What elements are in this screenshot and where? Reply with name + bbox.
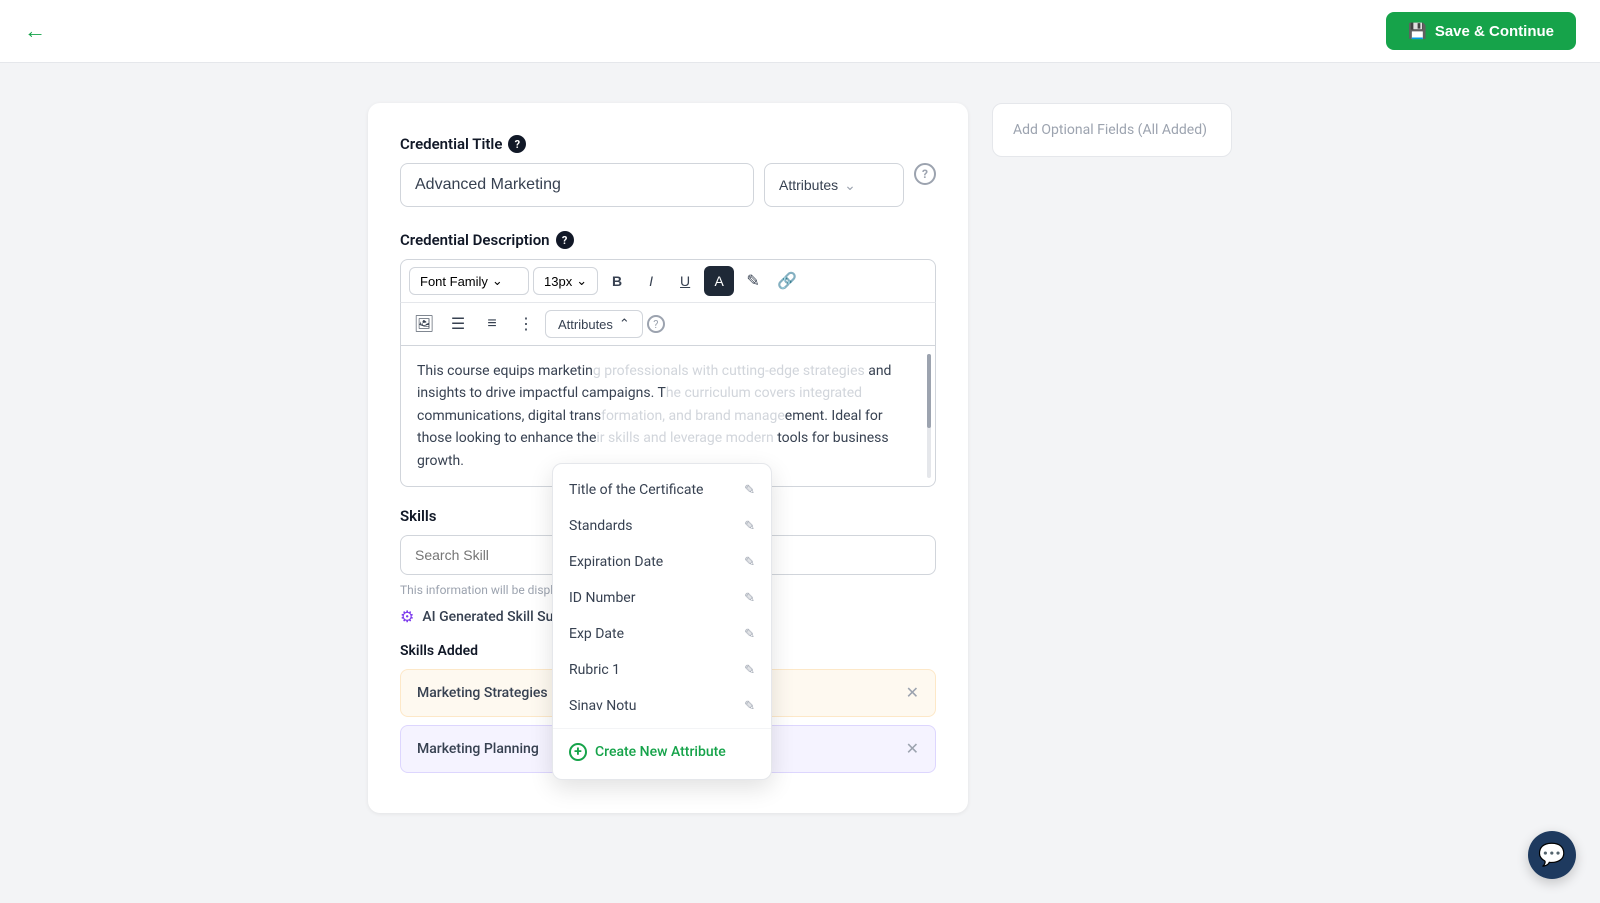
edit-icon-exp-date: ✎ [744, 627, 755, 642]
form-card: Credential Title ? Attributes ⌄ ? Creden… [368, 103, 968, 813]
remove-marketing-strategies-button[interactable]: ✕ [906, 683, 919, 703]
skill-tag-label: Marketing Planning [417, 741, 539, 757]
underline-button[interactable]: U [670, 266, 700, 296]
bold-button[interactable]: B [602, 266, 632, 296]
ai-icon: ⚙ [400, 607, 414, 626]
save-icon: 💾 [1408, 22, 1427, 40]
editor-text: This course equips marketing professiona… [417, 363, 891, 469]
attributes-toolbar-button[interactable]: Attributes ⌃ [545, 310, 643, 338]
attributes-dropdown-menu: Title of the Certificate ✎ Standards ✎ E… [552, 463, 772, 780]
back-button[interactable]: ← [24, 18, 46, 44]
link-button[interactable]: 🔗 [772, 266, 802, 296]
attributes-dropdown-button[interactable]: Attributes ⌄ [764, 163, 904, 207]
main-layout: Credential Title ? Attributes ⌄ ? Creden… [0, 63, 1600, 853]
italic-button[interactable]: I [636, 266, 666, 296]
editor-scrollbar[interactable] [927, 354, 931, 478]
sidebar: Add Optional Fields (All Added) [992, 103, 1232, 813]
editor-scrollbar-thumb [927, 354, 931, 428]
font-size-dropdown[interactable]: 13px ⌄ [533, 267, 598, 295]
skill-tag-label: Marketing Strategies [417, 685, 548, 701]
credential-title-input[interactable] [400, 163, 754, 207]
edit-icon-rubric-1: ✎ [744, 663, 755, 678]
chevron-down-icon: ⌄ [844, 177, 856, 194]
attributes-chevron-up-icon: ⌃ [619, 316, 630, 332]
credential-title-help-icon[interactable]: ? [508, 135, 526, 153]
attributes-help-icon[interactable]: ? [914, 163, 936, 185]
dropdown-item-title-of-certificate[interactable]: Title of the Certificate ✎ [553, 472, 771, 508]
optional-fields-box: Add Optional Fields (All Added) [992, 103, 1232, 157]
dropdown-item-sinav-notu[interactable]: Sinav Notu ✎ [553, 688, 771, 724]
font-family-chevron-icon: ⌄ [492, 273, 503, 289]
font-family-dropdown[interactable]: Font Family ⌄ [409, 267, 529, 295]
align-left-button[interactable]: ☰ [443, 309, 473, 339]
dropdown-item-id-number[interactable]: ID Number ✎ [553, 580, 771, 616]
dropdown-item-standards[interactable]: Standards ✎ [553, 508, 771, 544]
save-continue-button[interactable]: 💾 Save & Continue [1386, 12, 1576, 50]
image-button[interactable]: 🖼 [409, 309, 439, 339]
edit-icon-expiration-date: ✎ [744, 555, 755, 570]
toolbar-help-icon[interactable]: ? [647, 315, 665, 333]
create-new-attribute-button[interactable]: + Create New Attribute [553, 733, 771, 771]
edit-icon-sinav-notu: ✎ [744, 699, 755, 714]
dropdown-item-expiration-date[interactable]: Expiration Date ✎ [553, 544, 771, 580]
toolbar-row-2: 🖼 ☰ ≡ ⋮ Attributes ⌃ ? [400, 302, 936, 346]
font-size-chevron-icon: ⌄ [576, 273, 587, 289]
remove-marketing-planning-button[interactable]: ✕ [906, 739, 919, 759]
list-button[interactable]: ⋮ [511, 309, 541, 339]
text-color-button[interactable]: A [704, 266, 734, 296]
marker-button[interactable]: ✎ [738, 266, 768, 296]
credential-title-row: Attributes ⌄ ? [400, 163, 936, 207]
edit-icon-id-number: ✎ [744, 591, 755, 606]
credential-title-label: Credential Title ? [400, 135, 936, 153]
dropdown-item-rubric-1[interactable]: Rubric 1 ✎ [553, 652, 771, 688]
credential-description-label: Credential Description ? [400, 231, 936, 249]
edit-icon-title-of-certificate: ✎ [744, 483, 755, 498]
chat-bubble-button[interactable]: 💬 [1528, 831, 1576, 879]
dropdown-divider [553, 728, 771, 729]
align-center-button[interactable]: ≡ [477, 309, 507, 339]
header: ← 💾 Save & Continue [0, 0, 1600, 63]
credential-description-section: Credential Description ? Font Family ⌄ 1… [400, 231, 936, 487]
edit-icon-standards: ✎ [744, 519, 755, 534]
plus-circle-icon: + [569, 743, 587, 761]
dropdown-item-exp-date[interactable]: Exp Date ✎ [553, 616, 771, 652]
credential-description-help-icon[interactable]: ? [556, 231, 574, 249]
toolbar-row-1: Font Family ⌄ 13px ⌄ B I U A ✎ 🔗 [400, 259, 936, 302]
